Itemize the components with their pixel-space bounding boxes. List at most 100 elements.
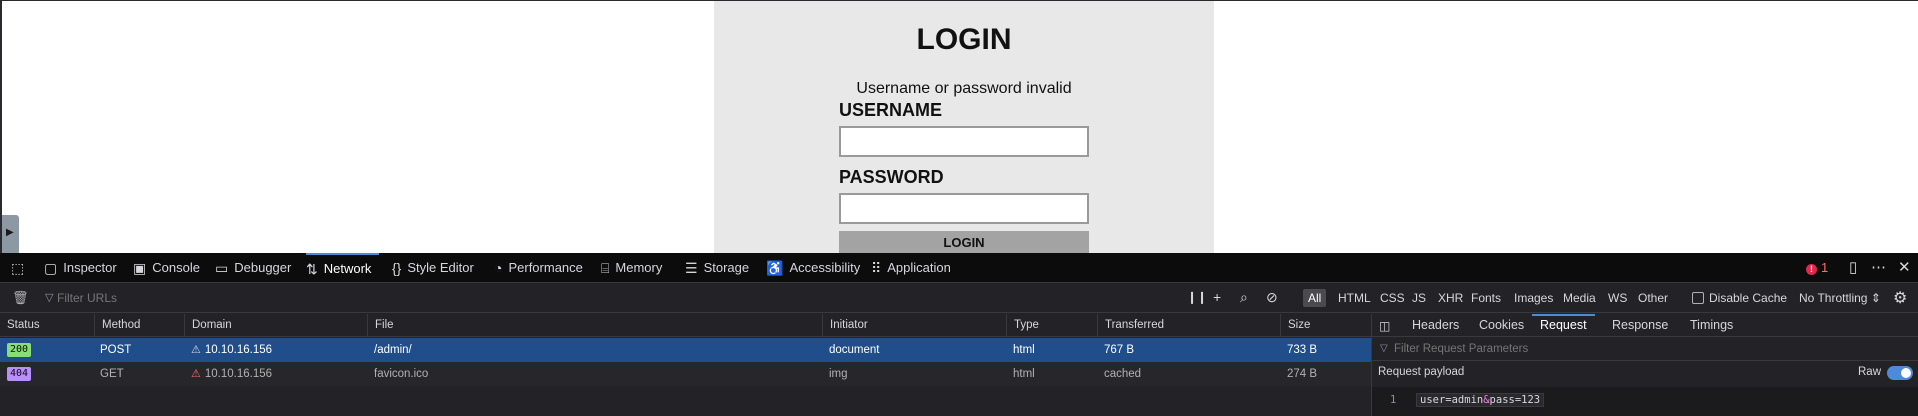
request-size: 733 B: [1287, 344, 1318, 356]
filter-type-fonts[interactable]: Fonts: [1466, 289, 1506, 307]
tab-accessibility[interactable]: ♿ Accessibility: [766, 253, 860, 283]
request-transferred: 767 B: [1104, 344, 1135, 356]
checkbox-icon: [1692, 292, 1704, 304]
table-row[interactable]: 200 POST ⚠ 10.10.16.156 /admin/ document …: [0, 338, 1371, 362]
login-title: LOGIN: [916, 23, 1012, 56]
filter-type-all[interactable]: All: [1303, 289, 1327, 307]
application-icon: ⠿: [871, 260, 882, 276]
table-header: Status Method Domain File Initiator Type…: [0, 314, 1371, 337]
filter-type-css[interactable]: CSS: [1375, 289, 1410, 307]
style-editor-icon: {}: [392, 260, 402, 276]
column-status[interactable]: Status: [0, 314, 40, 337]
insecure-lock-icon: ⚠: [191, 344, 201, 356]
filter-request-params-input[interactable]: [1394, 340, 1794, 358]
filter-type-js[interactable]: JS: [1407, 289, 1431, 307]
filter-type-other[interactable]: Other: [1633, 289, 1673, 307]
column-transferred[interactable]: Transferred: [1097, 314, 1164, 337]
gear-icon[interactable]: ⚙: [1893, 288, 1907, 308]
tab-console[interactable]: ▣ Console: [133, 253, 200, 283]
username-label: USERNAME: [839, 100, 943, 120]
request-method: POST: [100, 344, 132, 356]
trash-icon[interactable]: 🗑: [12, 290, 29, 306]
tab-debugger[interactable]: ▭ Debugger: [215, 253, 291, 283]
close-icon[interactable]: ✕: [1898, 253, 1911, 283]
status-badge: 200: [7, 343, 32, 357]
element-picker-icon[interactable]: ⬚: [11, 260, 29, 276]
accessibility-icon: ♿: [766, 260, 784, 276]
tab-memory[interactable]: ⌸ Memory: [601, 253, 662, 283]
error-count-badge[interactable]: ! 1: [1806, 253, 1828, 283]
memory-icon: ⌸: [601, 260, 610, 276]
play-icon: ▶: [6, 227, 14, 238]
pause-icon[interactable]: ❙❙: [1187, 290, 1207, 304]
payload-title: Request payload: [1378, 366, 1465, 378]
request-initiator: img: [829, 368, 848, 380]
request-details-panel: ◫ Headers Cookies Request Response Timin…: [1371, 314, 1918, 416]
line-number: 1: [1390, 394, 1397, 406]
login-button[interactable]: LOGIN: [839, 231, 1089, 254]
toggle-panel-icon[interactable]: ◫: [1379, 319, 1390, 333]
filter-type-xhr[interactable]: XHR: [1433, 289, 1468, 307]
requests-table: Status Method Domain File Initiator Type…: [0, 314, 1371, 416]
throttling-select[interactable]: No Throttling ⇕: [1799, 289, 1881, 307]
request-size: 274 B: [1287, 368, 1318, 380]
tab-storage[interactable]: ☰ Storage: [685, 253, 749, 283]
request-file: favicon.ico: [374, 368, 429, 380]
devtools-tabbar: ⬚ ▢ Inspector ▣ Console ▭ Debugger ⇅ Network…: [0, 253, 1918, 283]
block-icon[interactable]: ⊘: [1266, 289, 1278, 306]
tab-timings[interactable]: Timings: [1690, 314, 1733, 337]
column-size[interactable]: Size: [1280, 314, 1310, 337]
details-tabbar: ◫ Headers Cookies Request Response Timin…: [1372, 314, 1918, 337]
filter-type-html[interactable]: HTML: [1333, 289, 1376, 307]
error-icon: !: [1806, 264, 1817, 275]
inspector-icon: ▢: [44, 260, 58, 276]
column-domain[interactable]: Domain: [184, 314, 232, 337]
insecure-lock-icon: ⚠: [191, 368, 201, 380]
more-options-icon[interactable]: ⋯: [1871, 253, 1886, 283]
column-file[interactable]: File: [367, 314, 394, 337]
performance-icon: ◔: [494, 260, 503, 276]
column-method[interactable]: Method: [94, 314, 140, 337]
request-domain: 10.10.16.156: [204, 344, 273, 356]
column-type[interactable]: Type: [1006, 314, 1039, 337]
filter-type-images[interactable]: Images: [1509, 289, 1558, 307]
tab-headers[interactable]: Headers: [1412, 314, 1459, 337]
disable-cache-checkbox[interactable]: Disable Cache: [1692, 289, 1787, 307]
column-initiator[interactable]: Initiator: [822, 314, 868, 337]
filter-type-media[interactable]: Media: [1558, 289, 1601, 307]
plus-icon[interactable]: +: [1213, 289, 1221, 305]
login-card: LOGIN Username or password invalid USERN…: [714, 1, 1214, 254]
status-badge: 404: [7, 367, 32, 381]
tab-performance[interactable]: ◔ Performance: [494, 253, 583, 283]
table-row[interactable]: 404 GET ⚠ 10.10.16.156 favicon.ico img ht…: [0, 362, 1371, 386]
network-toolbar: 🗑 ▽ ❙❙ + ⌕ ⊘ All HTML CSS JS XHR Fonts I…: [0, 284, 1918, 313]
payload-code-view: 1 user=admin&pass=123: [1372, 387, 1918, 416]
login-error-message: Username or password invalid: [856, 80, 1072, 97]
sidebar-handle[interactable]: ▶: [2, 215, 19, 255]
request-initiator: document: [829, 344, 880, 356]
raw-toggle[interactable]: [1887, 366, 1913, 380]
request-method: GET: [100, 368, 124, 380]
tab-response[interactable]: Response: [1612, 314, 1668, 337]
payload-line[interactable]: user=admin&pass=123: [1416, 393, 1545, 407]
tab-network[interactable]: ⇅ Network: [306, 253, 380, 283]
raw-label: Raw: [1858, 366, 1882, 378]
filter-type-ws[interactable]: WS: [1603, 289, 1632, 307]
responsive-design-icon[interactable]: ▯: [1849, 253, 1857, 283]
tab-cookies[interactable]: Cookies: [1479, 314, 1524, 337]
tab-application[interactable]: ⠿ Application: [871, 253, 951, 283]
tab-request[interactable]: Request: [1532, 314, 1595, 337]
password-input[interactable]: [839, 193, 1089, 224]
tab-inspector[interactable]: ▢ Inspector: [44, 253, 117, 283]
request-params-filter: ▽: [1372, 337, 1918, 361]
search-icon[interactable]: ⌕: [1240, 289, 1248, 306]
storage-icon: ☰: [685, 260, 698, 276]
filter-urls-input[interactable]: [42, 288, 342, 308]
request-type: html: [1013, 368, 1035, 380]
request-file: /admin/: [374, 344, 412, 356]
request-transferred: cached: [1104, 368, 1142, 380]
console-icon: ▣: [133, 260, 147, 276]
tab-style-editor[interactable]: {} Style Editor: [392, 253, 474, 283]
web-page: LOGIN Username or password invalid USERN…: [0, 0, 1918, 255]
username-input[interactable]: [839, 126, 1089, 157]
